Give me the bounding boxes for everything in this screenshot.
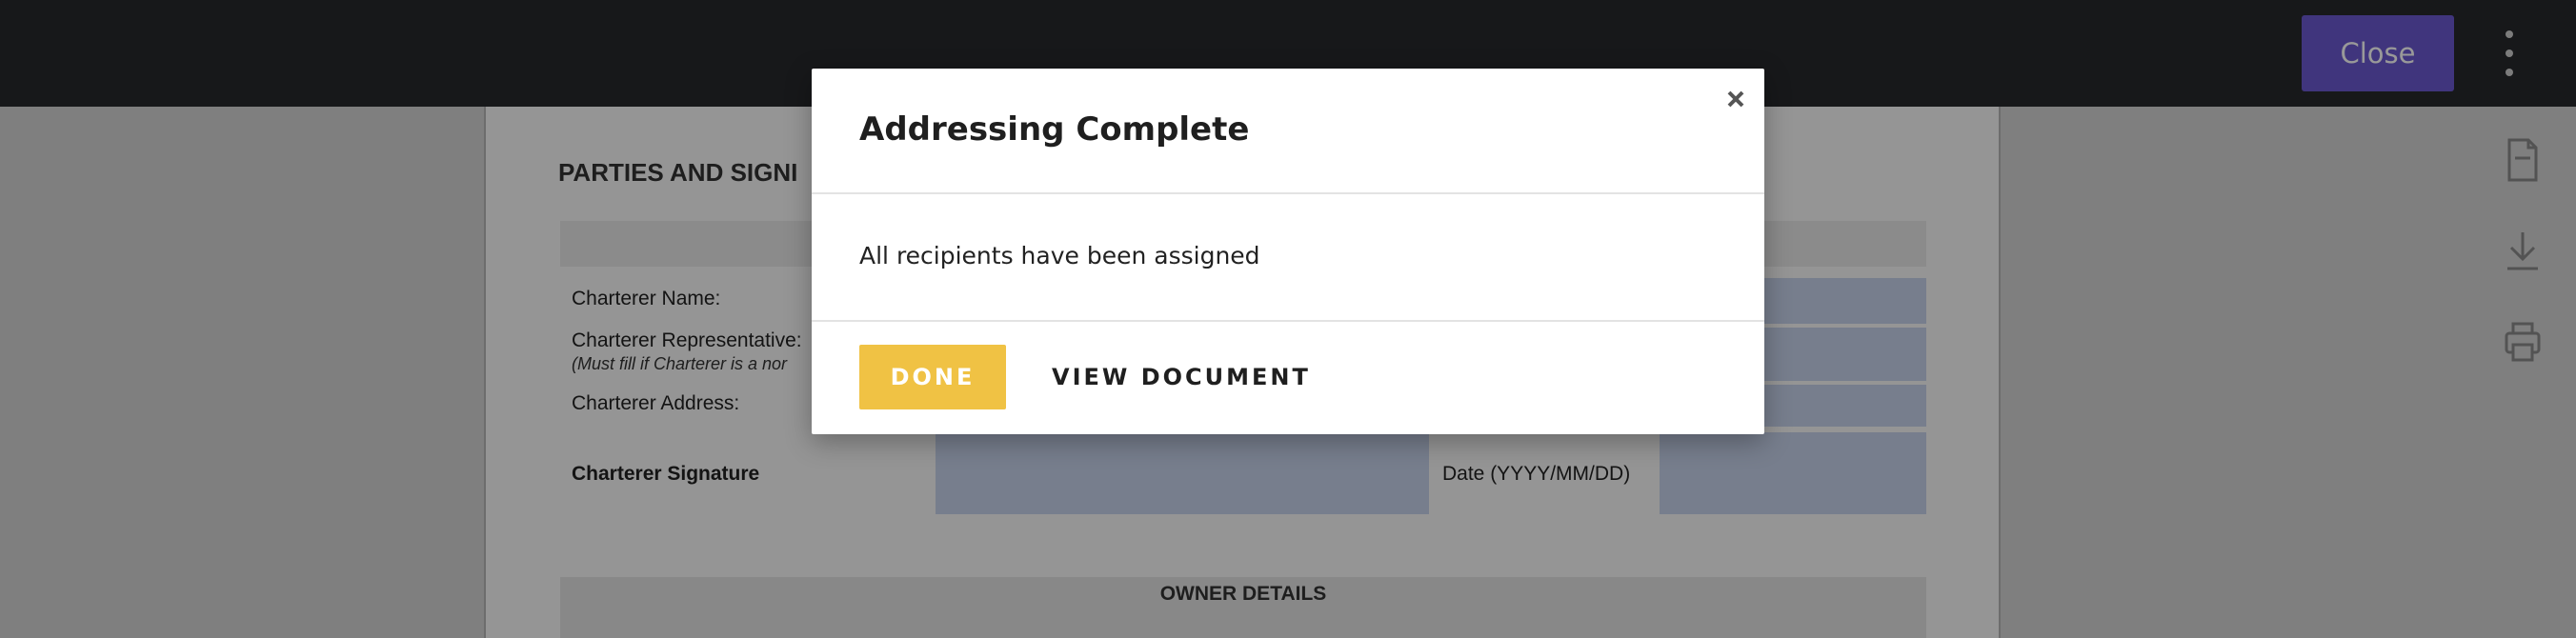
dialog-title: Addressing Complete xyxy=(859,110,1250,149)
done-button[interactable]: DONE xyxy=(859,345,1006,409)
close-icon[interactable] xyxy=(1721,84,1751,114)
dialog-message: All recipients have been assigned xyxy=(859,242,1260,269)
view-document-button[interactable]: VIEW DOCUMENT xyxy=(1040,345,1322,409)
dialog-footer-divider xyxy=(812,320,1764,322)
addressing-complete-dialog: Addressing Complete All recipients have … xyxy=(812,69,1764,434)
dialog-header-divider xyxy=(812,192,1764,194)
